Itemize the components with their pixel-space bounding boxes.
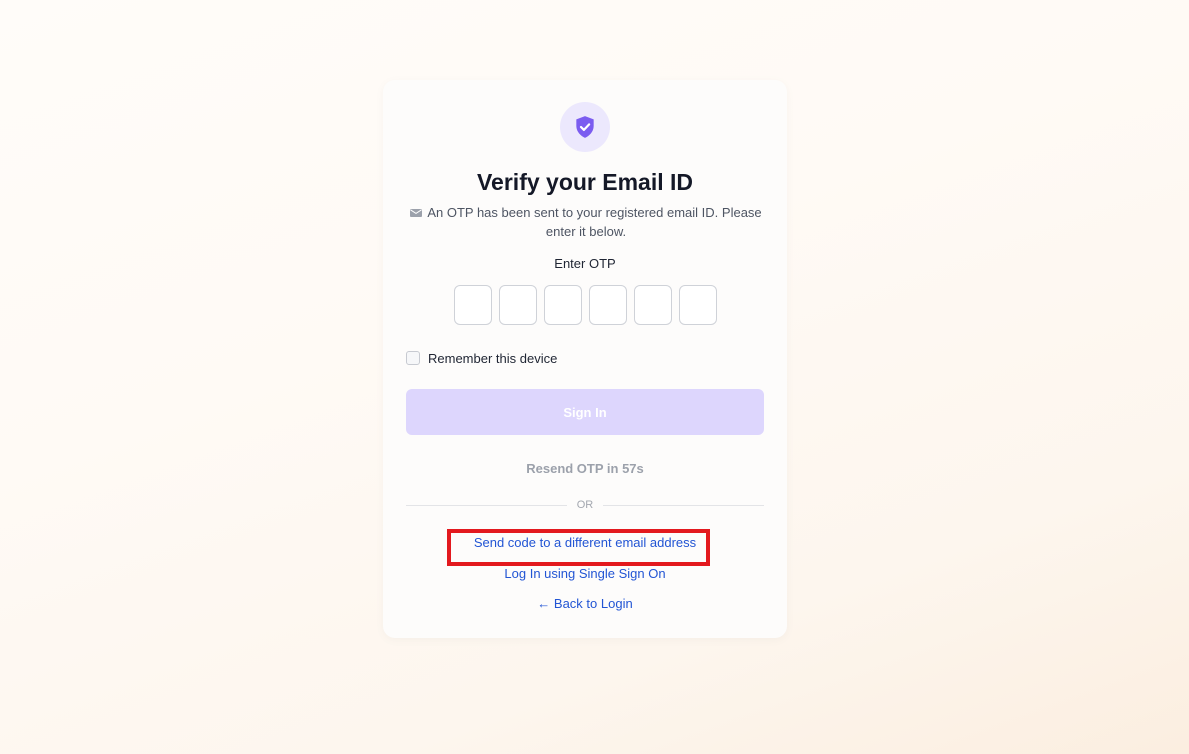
otp-digit-6[interactable] <box>678 285 717 325</box>
mail-icon <box>410 205 423 223</box>
remember-device-row[interactable]: Remember this device <box>406 349 764 367</box>
sign-in-button[interactable]: Sign In <box>406 389 764 435</box>
otp-digit-1[interactable] <box>453 285 492 325</box>
otp-digit-4[interactable] <box>588 285 627 325</box>
otp-digit-5[interactable] <box>633 285 672 325</box>
resend-otp-timer: Resend OTP in 57s <box>526 461 644 476</box>
otp-digit-2[interactable] <box>498 285 537 325</box>
shield-badge <box>560 102 610 152</box>
or-divider: OR <box>406 499 764 511</box>
otp-instructions-text: An OTP has been sent to your registered … <box>427 205 762 239</box>
shield-check-icon <box>576 116 594 138</box>
otp-input-group <box>406 285 764 325</box>
otp-digit-3[interactable] <box>543 285 582 325</box>
different-email-link[interactable]: Send code to a different email address <box>406 535 764 551</box>
verify-email-card: Verify your Email ID An OTP has been sen… <box>383 80 787 638</box>
otp-label: Enter OTP <box>554 256 616 271</box>
divider-line-left <box>406 504 567 506</box>
otp-instructions: An OTP has been sent to your registered … <box>406 204 766 241</box>
remember-device-label[interactable]: Remember this device <box>428 351 557 366</box>
divider-line-right <box>603 504 764 506</box>
alternate-actions: Send code to a different email address L… <box>406 535 764 612</box>
back-to-login-link[interactable]: ← Back to Login <box>406 596 764 612</box>
divider-or-text: OR <box>576 499 594 511</box>
sso-login-link[interactable]: Log In using Single Sign On <box>406 566 764 582</box>
page-title: Verify your Email ID <box>476 169 694 195</box>
remember-device-checkbox[interactable] <box>406 351 420 365</box>
